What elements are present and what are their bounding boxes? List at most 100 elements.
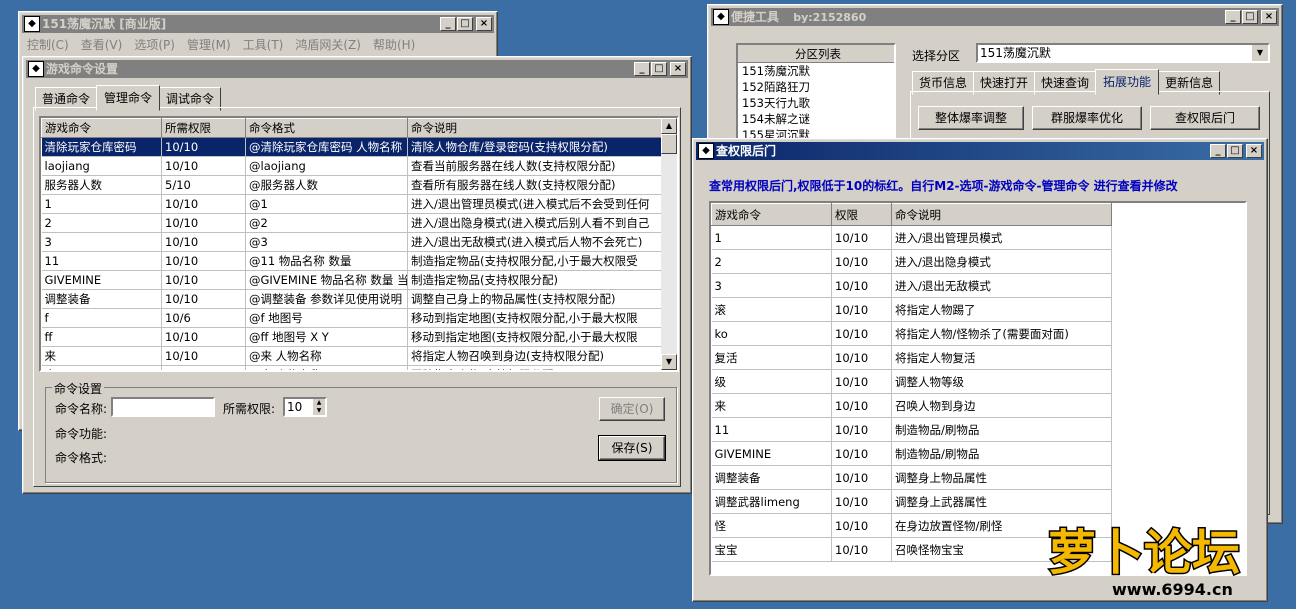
menu-options[interactable]: 选项(P) <box>134 36 175 54</box>
table-cell: 进入/退出管理员模式(进入模式后不会受到任何 <box>407 194 662 214</box>
list-item[interactable]: 152陌路狂刀 <box>738 79 894 95</box>
tab-admin-commands[interactable]: 管理命令 <box>96 85 161 111</box>
table-row[interactable]: 3 10/10 进入/退出无敌模式 <box>711 273 1112 298</box>
table-row[interactable]: GIVEMINE 10/10 制造物品/刷物品 <box>711 441 1112 466</box>
table-cell: @f 地图号 <box>245 308 408 328</box>
minimize-icon[interactable]: _ <box>440 17 456 31</box>
table-row[interactable]: GIVEMINE 10/10 @GIVEMINE 物品名称 数量 当前 制造指定物品(… <box>41 270 662 290</box>
table-cell: @laojiang <box>245 156 408 176</box>
minimize-icon[interactable]: _ <box>1210 144 1226 158</box>
table-row[interactable]: 2 10/10 进入/退出隐身模式 <box>711 249 1112 274</box>
table-row[interactable]: 1 10/10 @1 进入/退出管理员模式(进入模式后不会受到任何 <box>41 194 662 214</box>
cmd-table-scrollbar[interactable]: ▲ ▼ <box>661 118 677 370</box>
table-row[interactable]: 来 10/10 @来 人物名称 将指定人物召唤到身边(支持权限分配) <box>41 346 662 366</box>
maximize-icon[interactable]: □ <box>1242 10 1258 24</box>
menu-manage[interactable]: 管理(M) <box>187 36 231 54</box>
table-row[interactable]: 2 10/10 @2 进入/退出隐身模式(进入模式后别人看不到自己 <box>41 213 662 233</box>
table-row[interactable]: 调整武器limeng 10/10 调整身上武器属性 <box>711 489 1112 514</box>
table-row[interactable]: 去10/10@去 人物名称跟踪指定人物(支持权限分配) <box>41 365 662 370</box>
app-icon: ◆ <box>698 143 714 159</box>
menu-control[interactable]: 控制(C) <box>27 36 69 54</box>
close-icon[interactable]: × <box>1261 10 1277 24</box>
list-item[interactable]: 151荡魔沉默 <box>738 63 894 79</box>
table-cell: 去 <box>41 365 162 370</box>
table-cell: 10/10 <box>161 327 246 347</box>
table-row[interactable]: 1 10/10 进入/退出管理员模式 <box>711 225 1112 250</box>
spin-icon[interactable]: ▲ ▼ <box>313 399 325 415</box>
table-row[interactable]: ko 10/10 将指定人物/怪物杀了(需要面对面) <box>711 321 1112 346</box>
col-header-command[interactable]: 游戏命令 <box>41 118 162 138</box>
list-item[interactable]: 154未解之谜 <box>738 111 894 127</box>
tool-window-titlebar[interactable]: ◆ 便捷工具 by:2152860 _ □ × <box>711 8 1279 26</box>
table-cell: 将指定人物复活 <box>891 345 1112 370</box>
table-cell: 进入/退出隐身模式(进入模式后别人看不到自己 <box>407 213 662 233</box>
table-cell: 10/10 <box>161 289 246 309</box>
backdoor-window-titlebar[interactable]: ◆ 查权限后门 _ □ × <box>696 142 1264 160</box>
confirm-button[interactable]: 确定(O) <box>599 397 665 421</box>
table-cell: 10/10 <box>831 537 892 562</box>
menu-help[interactable]: 帮助(H) <box>373 36 415 54</box>
table-row[interactable]: 11 10/10 制造物品/刷物品 <box>711 417 1112 442</box>
scroll-up-icon[interactable]: ▲ <box>661 118 677 134</box>
col-header-description[interactable]: 命令说明 <box>891 203 1112 226</box>
table-cell: 调整武器limeng <box>711 489 832 514</box>
table-cell: 2 <box>41 213 162 233</box>
table-cell: 10/10 <box>831 249 892 274</box>
table-row[interactable]: ff 10/10 @ff 地图号 X Y 移动到指定地图(支持权限分配,小于最大权限 <box>41 327 662 347</box>
close-icon[interactable]: × <box>670 62 686 76</box>
menu-tools[interactable]: 工具(T) <box>243 36 284 54</box>
col-header-command[interactable]: 游戏命令 <box>711 203 832 226</box>
scroll-thumb[interactable] <box>661 134 677 154</box>
table-row[interactable]: 3 10/10 @3 进入/退出无敌模式(进入模式后人物不会死亡) <box>41 232 662 252</box>
zone-select[interactable]: 151荡魔沉默 ▼ <box>976 43 1270 63</box>
table-cell: 2 <box>711 249 832 274</box>
group-drop-rate-button[interactable]: 群服爆率优化 <box>1032 106 1142 130</box>
col-header-format[interactable]: 命令格式 <box>245 118 408 138</box>
backdoor-window-title: 查权限后门 <box>716 144 777 158</box>
list-item[interactable]: 153天行九歌 <box>738 95 894 111</box>
table-row[interactable]: 11 10/10 @11 物品名称 数量 制造指定物品(支持权限分配,小于最大权限受 <box>41 251 662 271</box>
table-row[interactable]: 级 10/10 调整人物等级 <box>711 369 1112 394</box>
col-header-permission[interactable]: 所需权限 <box>161 118 246 138</box>
minimize-icon[interactable]: _ <box>1225 10 1241 24</box>
cmd-name-input[interactable] <box>111 397 215 417</box>
maximize-icon[interactable]: □ <box>651 62 667 76</box>
close-icon[interactable]: × <box>476 17 492 31</box>
table-row[interactable]: 服务器人数 5/10 @服务器人数 查看所有服务器在线人数(支持权限分配) <box>41 175 662 195</box>
tab-extensions[interactable]: 拓展功能 <box>1095 69 1160 95</box>
cmd-window-titlebar[interactable]: ◆ 游戏命令设置 _ □ × <box>26 60 688 78</box>
chevron-down-icon[interactable]: ▼ <box>1252 45 1268 61</box>
table-row[interactable]: 调整装备 10/10 @调整装备 参数详见使用说明 调整自己身上的物品属性(支持权限分… <box>41 289 662 309</box>
zone-list[interactable]: 分区列表 151荡魔沉默 152陌路狂刀 153天行九歌 154未解之谜 155… <box>736 43 896 143</box>
table-cell: laojiang <box>41 156 162 176</box>
perm-value: 10 <box>287 400 303 414</box>
maximize-icon[interactable]: □ <box>1227 144 1243 158</box>
table-cell: 10/10 <box>831 465 892 490</box>
close-icon[interactable]: × <box>1246 144 1262 158</box>
perm-stepper[interactable]: 10 ▲ ▼ <box>283 397 327 417</box>
drop-rate-adjust-button[interactable]: 整体爆率调整 <box>918 106 1024 130</box>
table-cell: 10/10 <box>831 513 892 538</box>
menu-gateway[interactable]: 鸿盾网关(Z) <box>295 36 361 54</box>
menu-view[interactable]: 查看(V) <box>81 36 123 54</box>
minimize-icon[interactable]: _ <box>634 62 650 76</box>
table-row[interactable]: 来 10/10 召唤人物到身边 <box>711 393 1112 418</box>
check-backdoor-button[interactable]: 查权限后门 <box>1150 106 1260 130</box>
table-row[interactable]: f 10/6 @f 地图号 移动到指定地图(支持权限分配,小于最大权限 <box>41 308 662 328</box>
table-row[interactable]: 复活 10/10 将指定人物复活 <box>711 345 1112 370</box>
scroll-down-icon[interactable]: ▼ <box>661 354 677 370</box>
table-row[interactable]: 调整装备 10/10 调整身上物品属性 <box>711 465 1112 490</box>
table-row[interactable]: laojiang 10/10 @laojiang 查看当前服务器在线人数(支持权限分配… <box>41 156 662 176</box>
table-row[interactable]: 清除玩家仓库密码 10/10 @清除玩家仓库密码 人物名称 清除人物仓库/登录密码(支… <box>41 137 662 157</box>
maximize-icon[interactable]: □ <box>457 17 473 31</box>
col-header-permission[interactable]: 权限 <box>831 203 892 226</box>
table-row[interactable]: 滚 10/10 将指定人物踢了 <box>711 297 1112 322</box>
table-cell: 11 <box>41 251 162 271</box>
table-cell: 将指定人物召唤到身边(支持权限分配) <box>407 346 662 366</box>
table-cell: 将指定人物踢了 <box>891 297 1112 322</box>
col-header-description[interactable]: 命令说明 <box>407 118 662 138</box>
table-cell: @调整装备 参数详见使用说明 <box>245 289 408 309</box>
cmd-name-label: 命令名称: <box>55 402 108 416</box>
save-button[interactable]: 保存(S) <box>598 435 666 461</box>
main-window-titlebar[interactable]: ◆ 151荡魔沉默 [商业版] _ □ × <box>22 15 494 33</box>
